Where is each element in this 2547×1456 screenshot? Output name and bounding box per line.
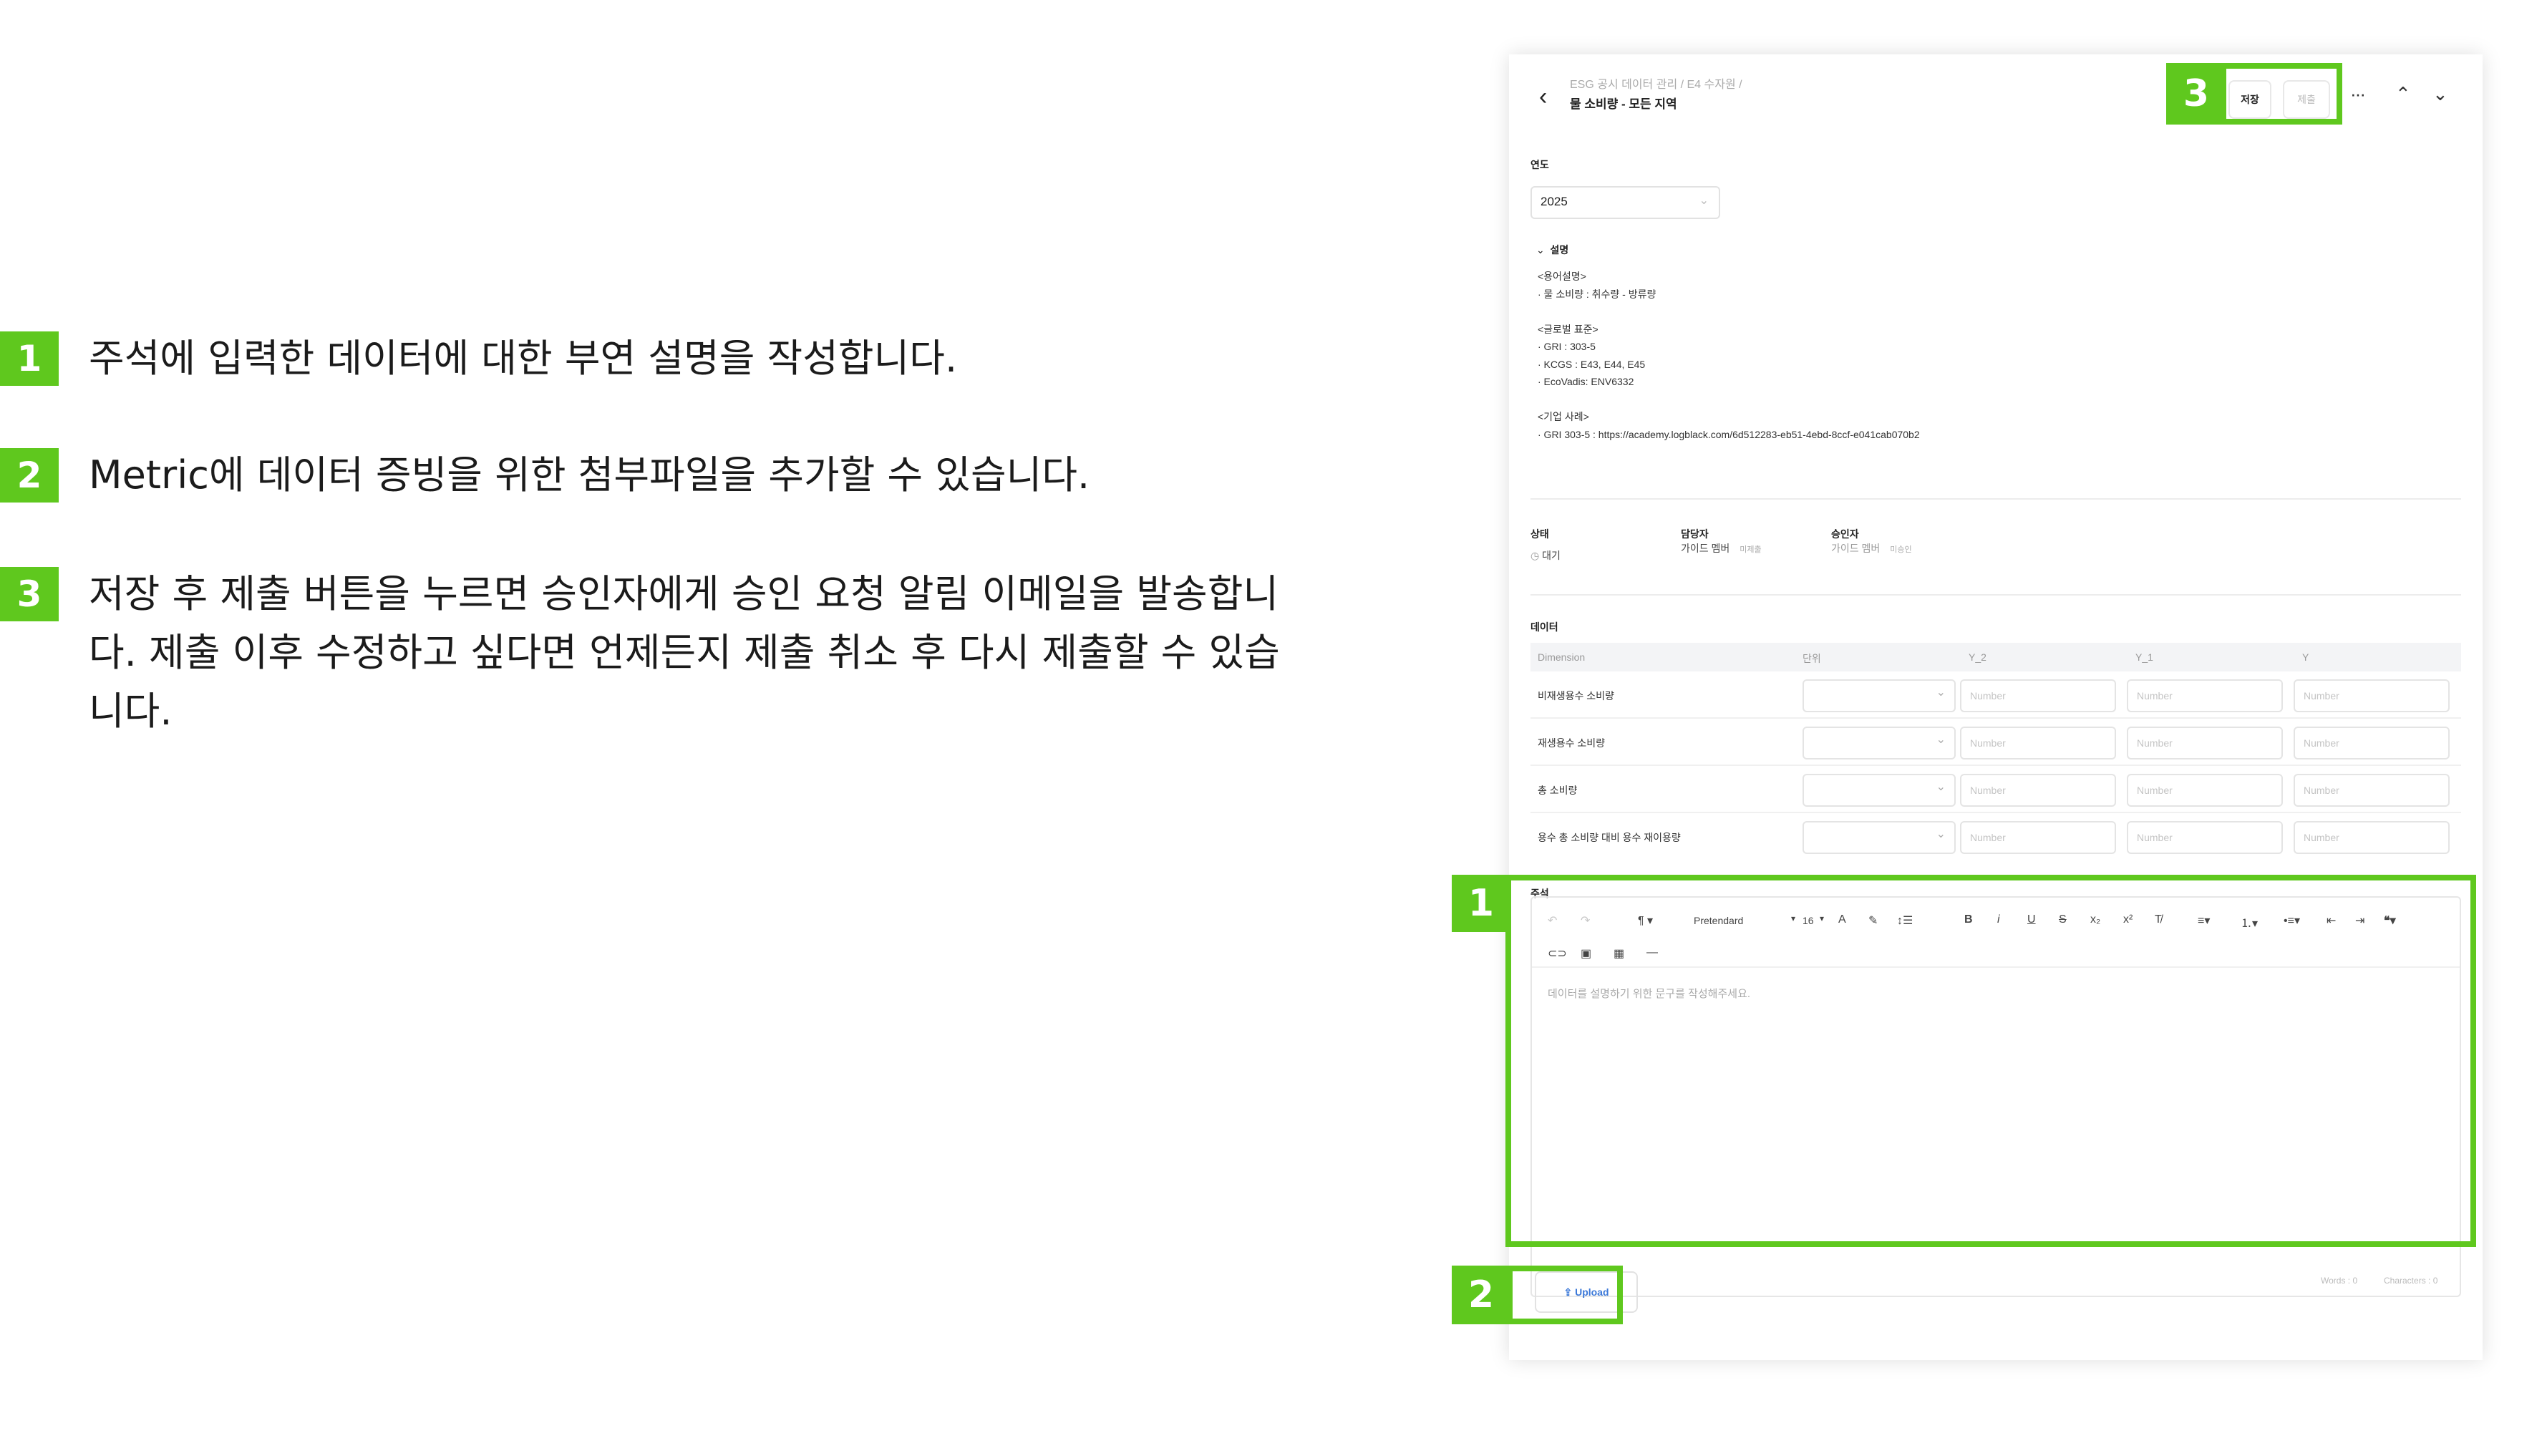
- description-line: · EcoVadis: ENV6332: [1538, 376, 1634, 387]
- chevron-down-icon[interactable]: ⌄: [2432, 83, 2448, 105]
- y-input[interactable]: Number: [2294, 821, 2450, 854]
- unit-select[interactable]: [1803, 821, 1956, 854]
- character-count: Characters : 0: [2384, 1276, 2438, 1286]
- unit-select[interactable]: [1803, 727, 1956, 759]
- step-number: 2: [0, 448, 59, 503]
- status-label: 상태: [1530, 528, 1549, 540]
- approver-label: 승인자: [1831, 528, 1859, 540]
- description-line: · GRI : 303-5: [1538, 341, 1596, 352]
- tutorial-page: 1 주석에 입력한 데이터에 대한 부연 설명을 작성합니다. 2 Metric…: [0, 0, 2547, 1456]
- description-line: <기업 사례>: [1538, 411, 1589, 422]
- divider: [1530, 594, 2461, 596]
- step-number: 3: [0, 567, 59, 621]
- unit-select[interactable]: [1803, 774, 1956, 807]
- column-header: Dimension: [1538, 651, 1586, 663]
- y-input[interactable]: Number: [2294, 679, 2450, 712]
- more-icon[interactable]: ···: [2350, 83, 2366, 105]
- column-header: Y_2: [1969, 651, 1986, 663]
- table-row: 용수 총 소비량 대비 용수 재이용량 Number Number Number: [1530, 813, 2461, 860]
- y2-input[interactable]: Number: [1960, 727, 2116, 759]
- step-text: 주석에 입력한 데이터에 대한 부연 설명을 작성합니다.: [89, 336, 958, 381]
- table-header: Dimension 단위 Y_2 Y_1 Y: [1530, 643, 2461, 671]
- highlight-badge-3: 3: [2166, 63, 2226, 125]
- owner-label: 담당자: [1681, 528, 1709, 540]
- step-number: 1: [0, 331, 59, 386]
- approver-status: 미승인: [1890, 545, 1912, 554]
- y1-input[interactable]: Number: [2127, 774, 2283, 807]
- highlight-notes: [1505, 875, 2476, 1247]
- instruction-2: 2 Metric에 데이터 증빙을 위한 첨부파일을 추가할 수 있습니다.: [0, 448, 1090, 505]
- highlight-badge-1: 1: [1452, 875, 1510, 932]
- table-row: 재생용수 소비량 Number Number Number: [1530, 719, 2461, 766]
- column-header: Y: [2302, 651, 2309, 663]
- y2-input[interactable]: Number: [1960, 821, 2116, 854]
- y2-input[interactable]: Number: [1960, 679, 2116, 712]
- y-input[interactable]: Number: [2294, 727, 2450, 759]
- row-dimension: 비재생용수 소비량: [1538, 690, 1614, 702]
- column-header: 단위: [1803, 653, 1821, 664]
- y1-input[interactable]: Number: [2127, 727, 2283, 759]
- y2-input[interactable]: Number: [1960, 774, 2116, 807]
- highlight-badge-2: 2: [1452, 1266, 1510, 1324]
- column-header: Y_1: [2135, 651, 2153, 663]
- page-title: 물 소비량 - 모든 지역: [1570, 97, 1677, 111]
- data-label: 데이터: [1530, 621, 1558, 633]
- step-text: 저장 후 제출 버튼을 누르면 승인자에게 승인 요청 알림 이메일을 발송합니…: [89, 571, 1280, 734]
- chevron-up-icon[interactable]: ⌃: [2395, 83, 2411, 105]
- owner-value: 가이드 멤버 미제출: [1681, 543, 1762, 554]
- y1-input[interactable]: Number: [2127, 821, 2283, 854]
- unit-select[interactable]: [1803, 679, 1956, 712]
- breadcrumb[interactable]: ESG 공시 데이터 관리 / E4 수자원 /: [1570, 74, 1742, 92]
- chevron-down-icon: ⌄: [1699, 195, 1709, 207]
- instruction-1: 1 주석에 입력한 데이터에 대한 부연 설명을 작성합니다.: [0, 331, 957, 388]
- divider: [1530, 498, 2461, 500]
- description-line: <글로벌 표준>: [1538, 323, 1598, 335]
- row-dimension: 재생용수 소비량: [1538, 737, 1606, 749]
- highlight-upload: [1507, 1266, 1623, 1324]
- description-line: · 물 소비량 : 취수량 - 방류량: [1538, 288, 1656, 300]
- row-dimension: 총 소비량: [1538, 785, 1578, 796]
- instruction-3: 3 저장 후 제출 버튼을 누르면 승인자에게 승인 요청 알림 이메일을 발송…: [0, 567, 1306, 741]
- chevron-left-icon[interactable]: ‹: [1539, 83, 1547, 111]
- approver-value: 가이드 멤버 미승인: [1831, 543, 1912, 554]
- step-text: Metric에 데이터 증빙을 위한 첨부파일을 추가할 수 있습니다.: [89, 452, 1090, 498]
- table-row: 총 소비량 Number Number Number: [1530, 766, 2461, 813]
- year-select[interactable]: 2025 ⌄: [1530, 186, 1720, 219]
- owner-status: 미제출: [1740, 545, 1762, 554]
- description-toggle[interactable]: ⌄ 설명: [1536, 243, 1568, 257]
- description-line: · KCGS : E43, E44, E45: [1538, 358, 1646, 370]
- word-count: Words : 0: [2321, 1276, 2358, 1286]
- clock-icon: ◷: [1530, 550, 1540, 561]
- row-dimension: 용수 총 소비량 대비 용수 재이용량: [1538, 832, 1681, 843]
- status-badge: ◷ 대기: [1530, 550, 1561, 561]
- description-label: 설명: [1550, 244, 1569, 256]
- description-link[interactable]: · GRI 303-5 : https://academy.logblack.c…: [1538, 426, 1920, 444]
- y1-input[interactable]: Number: [2127, 679, 2283, 712]
- description-line: <용어설명>: [1538, 271, 1586, 282]
- table-row: 비재생용수 소비량 Number Number Number: [1530, 671, 2461, 719]
- description-text: <용어설명> · 물 소비량 : 취수량 - 방류량 <글로벌 표준> · GR…: [1538, 268, 1920, 443]
- year-label: 연도: [1530, 159, 1549, 170]
- y-input[interactable]: Number: [2294, 774, 2450, 807]
- year-value: 2025: [1541, 195, 1568, 208]
- chevron-down-icon: ⌄: [1536, 244, 1545, 256]
